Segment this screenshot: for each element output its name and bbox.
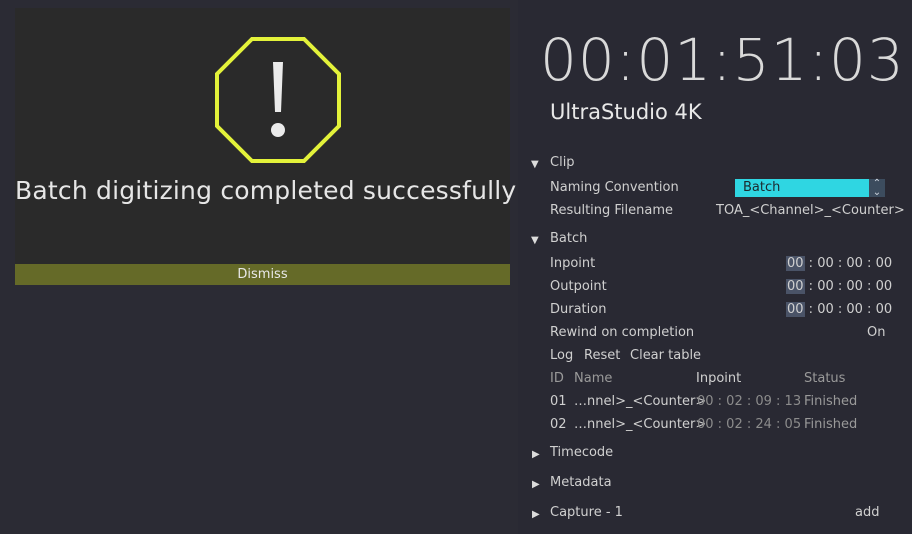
select-arrows-icon[interactable]: ⌃ ⌄	[869, 179, 885, 198]
duration-hours[interactable]: 00	[786, 302, 805, 317]
duration-rest: : 00 : 00 : 00	[804, 302, 893, 317]
row-status: Finished	[804, 394, 858, 409]
timecode-display: 00:01:51:03	[540, 26, 905, 94]
table-header-id: ID	[550, 371, 564, 386]
section-metadata-title[interactable]: Metadata	[550, 475, 612, 491]
outpoint-rest: : 00 : 00 : 00	[804, 279, 893, 294]
row-status: Finished	[804, 417, 858, 432]
naming-convention-label: Naming Convention	[550, 180, 679, 195]
capture-settings-panel: 00:01:51:03 UltraStudio 4K ▼ Clip Naming…	[518, 0, 912, 534]
clear-table-button[interactable]: Clear table	[630, 348, 701, 364]
outpoint-hours[interactable]: 00	[786, 279, 805, 294]
reset-button[interactable]: Reset	[584, 348, 620, 364]
section-batch-title[interactable]: Batch	[550, 231, 587, 247]
section-timecode-title[interactable]: Timecode	[550, 445, 613, 461]
add-capture-button[interactable]: add	[855, 505, 879, 521]
device-name: UltraStudio 4K	[550, 100, 702, 124]
left-pane: Batch digitizing completed successfully!…	[0, 0, 527, 534]
outpoint-timecode-field[interactable]: 00 : 00 : 00 : 00	[786, 279, 892, 295]
duration-label: Duration	[550, 302, 607, 317]
resulting-filename-value: TOA_<Channel>_<Counter>	[716, 203, 905, 218]
log-button[interactable]: Log	[550, 348, 573, 364]
table-header-name: Name	[574, 371, 613, 386]
dismiss-button[interactable]: Dismiss	[15, 264, 510, 285]
row-id: 02	[550, 417, 567, 432]
duration-timecode-field[interactable]: 00 : 00 : 00 : 00	[786, 302, 892, 318]
rewind-label: Rewind on completion	[550, 325, 695, 340]
section-clip-title[interactable]: Clip	[550, 155, 575, 171]
inpoint-timecode-field[interactable]: 00 : 00 : 00 : 00	[786, 256, 892, 272]
row-name: …nnel>_<Counter>	[574, 417, 707, 432]
inpoint-label: Inpoint	[550, 256, 596, 271]
alert-message: Batch digitizing completed successfully!	[15, 176, 527, 205]
alert-panel: Batch digitizing completed successfully!	[15, 8, 527, 264]
row-inpoint: 00 : 02 : 24 : 05	[697, 417, 802, 432]
section-capture-title[interactable]: Capture - 1	[550, 505, 623, 521]
inpoint-hours[interactable]: 00	[786, 256, 805, 271]
table-header-status: Status	[804, 371, 846, 386]
table-header-inpoint: Inpoint	[696, 371, 742, 386]
collapse-triangle-icon[interactable]: ▼	[531, 233, 539, 249]
row-id: 01	[550, 394, 567, 409]
collapse-triangle-icon[interactable]: ▼	[531, 157, 539, 173]
row-name: …nnel>_<Counter>	[574, 394, 707, 409]
naming-convention-select[interactable]: Batch ⌃ ⌄	[735, 179, 885, 198]
outpoint-label: Outpoint	[550, 279, 607, 294]
rewind-toggle[interactable]: On	[867, 325, 885, 341]
warning-octagon-icon	[215, 37, 341, 163]
naming-convention-value: Batch	[743, 180, 781, 195]
expand-triangle-icon[interactable]: ▶	[532, 447, 540, 463]
inpoint-rest: : 00 : 00 : 00	[804, 256, 893, 271]
expand-triangle-icon[interactable]: ▶	[532, 507, 540, 523]
row-inpoint: 00 : 02 : 09 : 13	[697, 394, 802, 409]
expand-triangle-icon[interactable]: ▶	[532, 477, 540, 493]
resulting-filename-label: Resulting Filename	[550, 203, 674, 218]
